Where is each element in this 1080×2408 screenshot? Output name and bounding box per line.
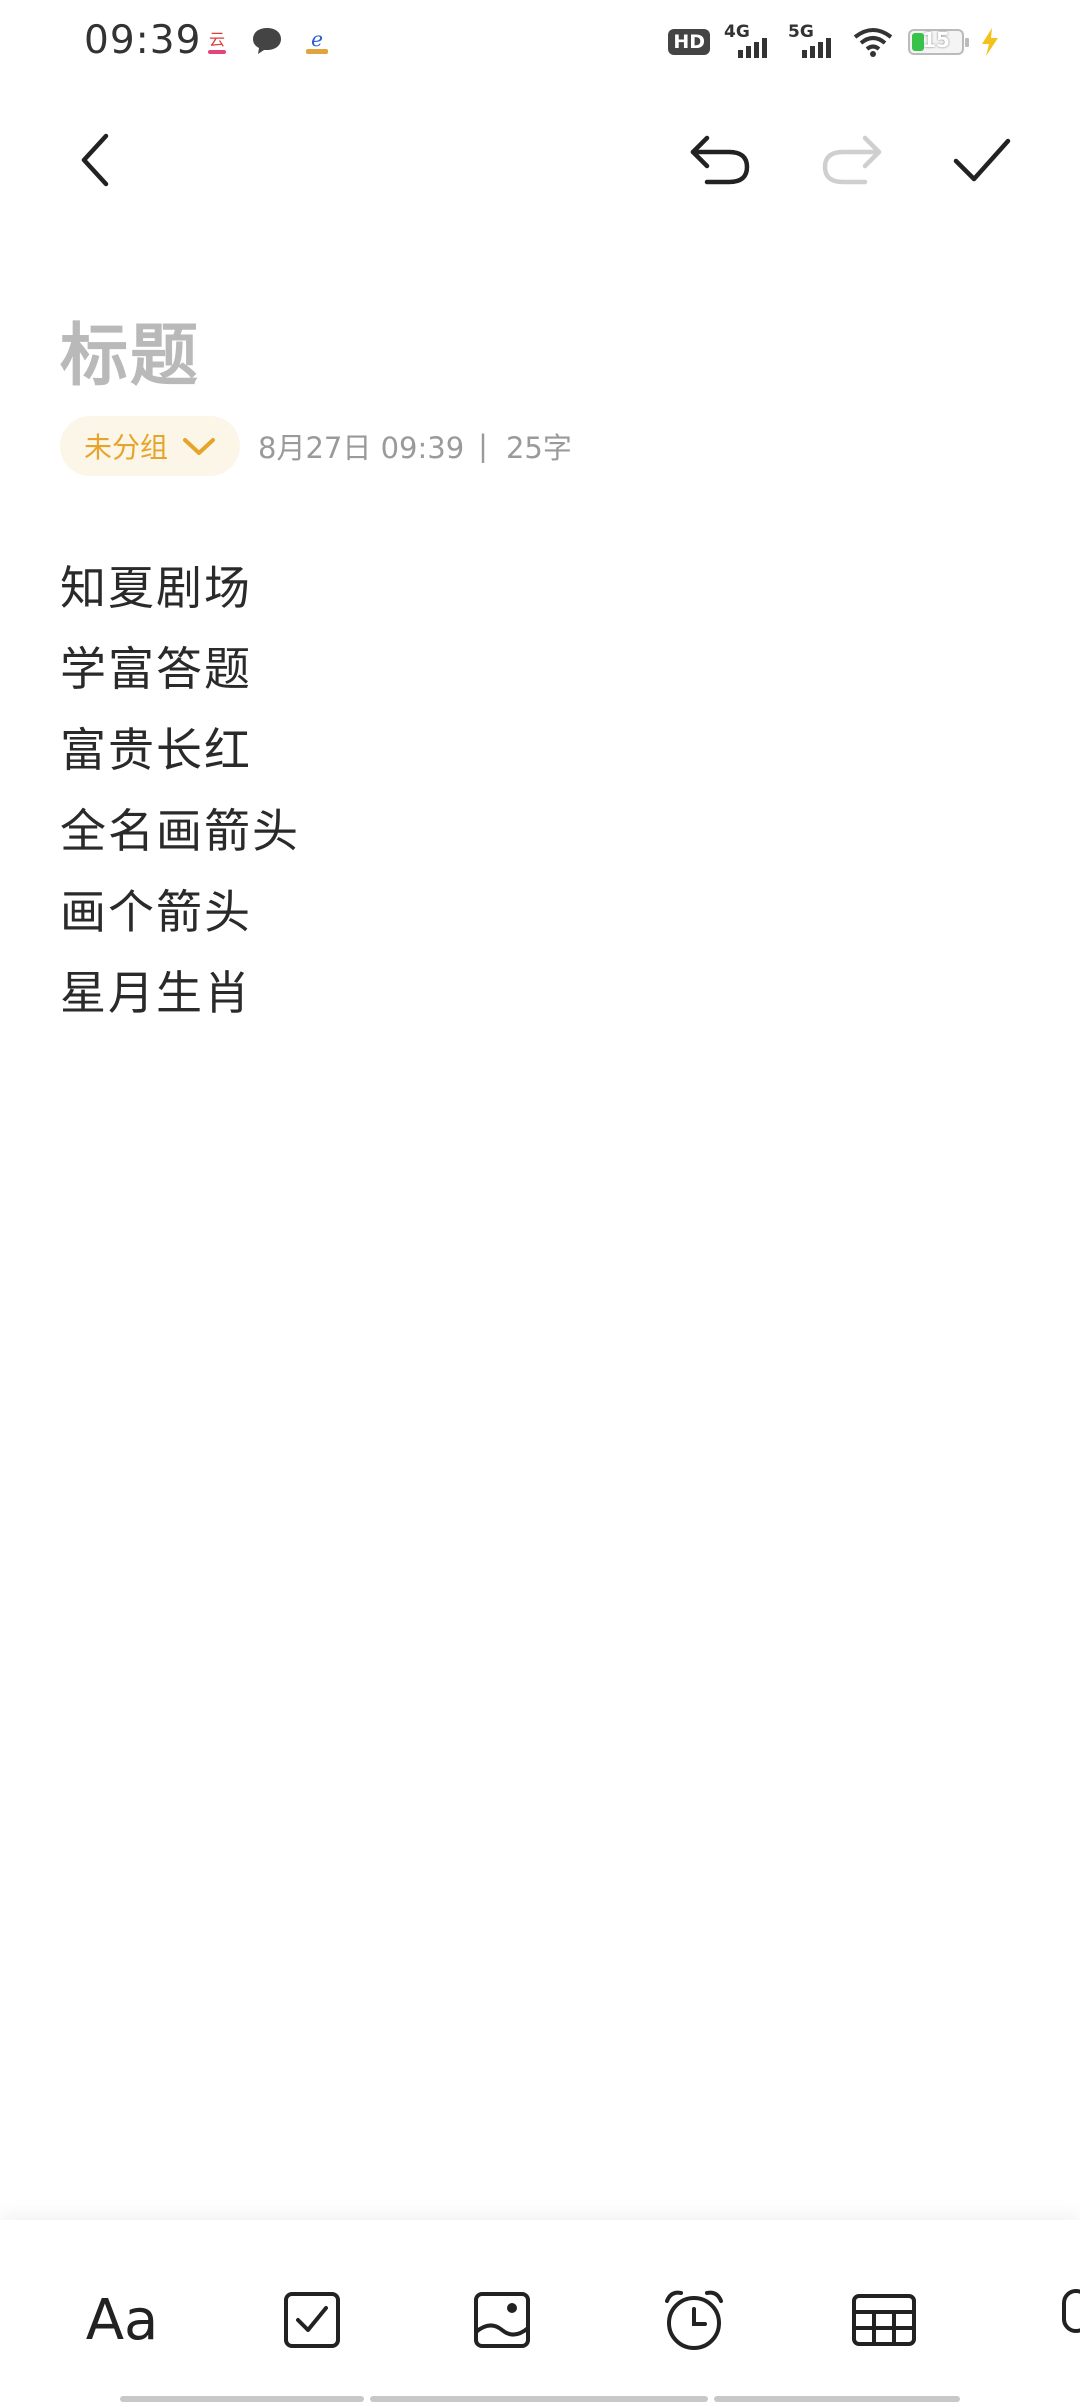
insert-table-button[interactable] bbox=[844, 2280, 924, 2360]
wifi-icon bbox=[853, 28, 893, 57]
undo-button[interactable] bbox=[680, 120, 760, 200]
message-bubble-icon bbox=[253, 28, 281, 54]
group-selector[interactable]: 未分组 bbox=[60, 416, 241, 476]
insert-image-button[interactable] bbox=[462, 2280, 542, 2360]
svg-text:云: 云 bbox=[209, 30, 225, 49]
status-time: 09:39 bbox=[84, 18, 202, 63]
note-meta-row: 未分组 8月27日 09:39 | 25字 bbox=[60, 416, 572, 476]
system-icons: HD 4G 5G 15 bbox=[668, 22, 1002, 62]
signal-bars-icon bbox=[738, 38, 767, 58]
charging-bolt-icon bbox=[982, 28, 998, 56]
note-line[interactable]: 学富答题 bbox=[60, 629, 300, 710]
microphone-icon bbox=[1062, 2289, 1080, 2333]
group-label: 未分组 bbox=[84, 431, 169, 464]
note-line[interactable]: 画个箭头 bbox=[60, 872, 300, 953]
back-icon bbox=[81, 133, 109, 187]
check-icon bbox=[953, 138, 1011, 182]
text-style-icon: Aa bbox=[85, 2287, 159, 2353]
note-line[interactable]: 知夏剧场 bbox=[60, 548, 300, 629]
meta-separator: | bbox=[478, 429, 488, 463]
checklist-icon bbox=[284, 2292, 340, 2348]
telecom-icon: ℯ bbox=[306, 27, 328, 54]
text-style-button[interactable]: Aa bbox=[82, 2280, 162, 2360]
svg-text:ℯ: ℯ bbox=[311, 27, 323, 51]
hd-badge: HD bbox=[668, 29, 710, 55]
note-title-input[interactable]: 标题 bbox=[60, 300, 200, 399]
editor-toolbar: Aa bbox=[0, 2220, 1080, 2408]
chevron-down-icon bbox=[183, 438, 216, 455]
back-button[interactable] bbox=[56, 120, 136, 200]
signal-5g: 5G bbox=[788, 22, 838, 62]
char-count: 25字 bbox=[505, 431, 572, 465]
note-line[interactable]: 全名画箭头 bbox=[60, 791, 300, 872]
note-line[interactable]: 富贵长红 bbox=[60, 710, 300, 791]
undo-icon bbox=[690, 135, 750, 185]
app-notification-icon: 云 bbox=[205, 28, 229, 54]
checklist-button[interactable] bbox=[272, 2280, 352, 2360]
battery-indicator: 15 bbox=[908, 28, 969, 55]
status-bar: 09:39 云 ℯ HD 4G 5G 15 bbox=[0, 0, 1080, 90]
save-done-button[interactable] bbox=[942, 120, 1022, 200]
note-line[interactable]: 星月生肖 bbox=[60, 953, 300, 1034]
signal-bars-icon bbox=[802, 38, 831, 58]
table-icon bbox=[852, 2294, 916, 2346]
image-icon bbox=[474, 2292, 530, 2348]
voice-input-button[interactable] bbox=[1036, 2280, 1080, 2360]
redo-icon bbox=[822, 135, 882, 185]
battery-level: 15 bbox=[922, 28, 950, 52]
editor-top-bar bbox=[0, 110, 1080, 210]
gesture-bar-segment bbox=[714, 2396, 960, 2402]
notification-icons: 云 ℯ bbox=[200, 24, 334, 58]
gesture-bar-segment bbox=[120, 2396, 364, 2402]
note-body[interactable]: 知夏剧场 学富答题 富贵长红 全名画箭头 画个箭头 星月生肖 bbox=[60, 548, 300, 1034]
redo-button[interactable] bbox=[812, 120, 892, 200]
reminder-alarm-icon bbox=[665, 2290, 723, 2350]
signal-4g: 4G bbox=[724, 22, 774, 62]
reminder-button[interactable] bbox=[654, 2280, 734, 2360]
gesture-bar-segment bbox=[370, 2396, 708, 2402]
note-date: 8月27日 09:39 bbox=[258, 431, 465, 465]
